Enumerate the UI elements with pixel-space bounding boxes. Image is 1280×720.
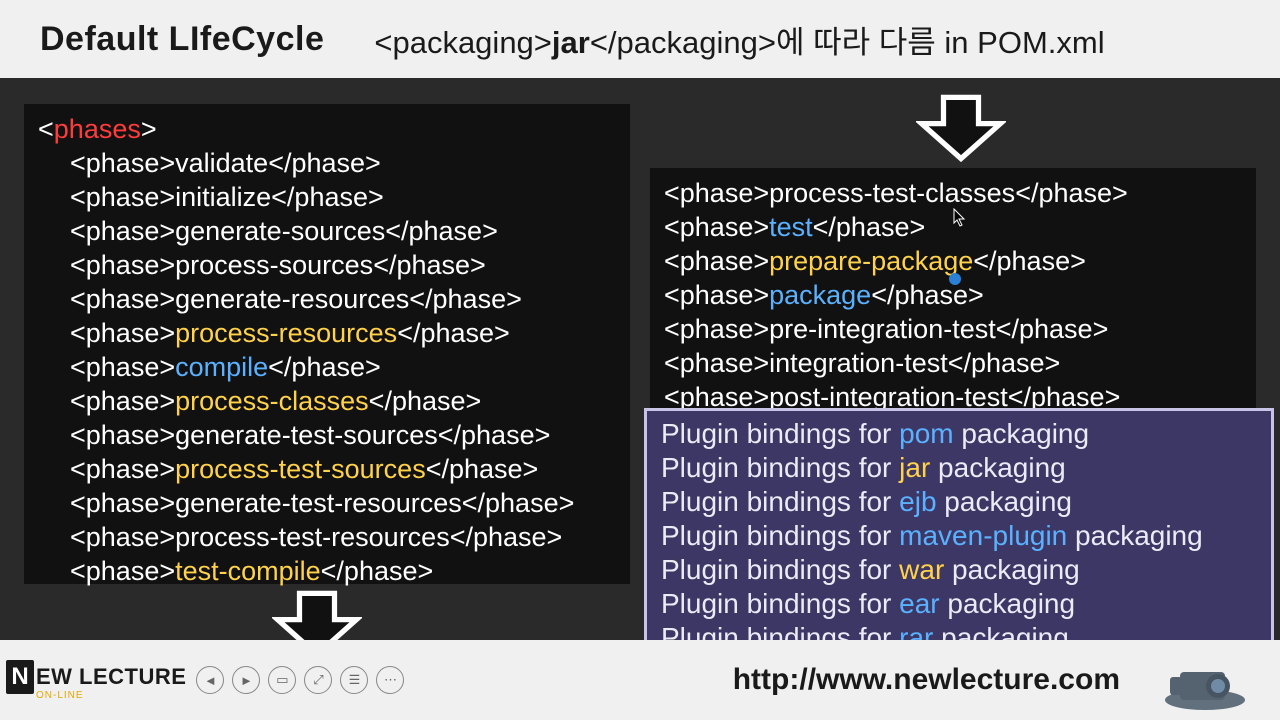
control-button[interactable]: ▭ — [268, 666, 296, 694]
phase-line: <phase>process-resources</phase> — [38, 316, 616, 350]
next-button[interactable]: ► — [232, 666, 260, 694]
slide-controls: ◄ ► ▭ ⤢ ☰ ⋯ — [196, 666, 404, 694]
phase-line: <phase>process-test-sources</phase> — [38, 452, 616, 486]
phase-line: <phase>initialize</phase> — [38, 180, 616, 214]
binding-line: Plugin bindings for pom packaging — [661, 417, 1257, 451]
camera-icon — [1150, 652, 1250, 712]
subtitle: <packaging>jar</packaging>에 따라 다름 in POM… — [374, 17, 1104, 62]
phase-line: <phase>validate</phase> — [38, 146, 616, 180]
binding-line: Plugin bindings for jar packaging — [661, 451, 1257, 485]
phases-panel-right: <phase>process-test-classes</phase> <phas… — [650, 168, 1256, 408]
control-button[interactable]: ⤢ — [304, 666, 332, 694]
subtitle-post: </packaging>에 따라 다름 in POM.xml — [590, 25, 1105, 60]
logo-sub: ON-LINE — [36, 690, 186, 701]
logo-badge: N — [6, 660, 34, 694]
phase-line: <phase>generate-test-resources</phase> — [38, 486, 616, 520]
footer: N EW LECTURE ON-LINE ◄ ► ▭ ⤢ ☰ ⋯ http://… — [0, 640, 1280, 720]
phase-line: <phase>compile</phase> — [38, 350, 616, 384]
cursor-icon — [953, 208, 967, 228]
phase-line: <phase>process-sources</phase> — [38, 248, 616, 282]
loading-dot-icon — [949, 273, 961, 285]
plugin-bindings-overlay: Plugin bindings for pom packagingPlugin … — [644, 408, 1274, 666]
phase-line: <phase>process-classes</phase> — [38, 384, 616, 418]
binding-line: Plugin bindings for ear packaging — [661, 587, 1257, 621]
phase-line: <phase>test-compile</phase> — [38, 554, 616, 588]
binding-line: Plugin bindings for maven-plugin packagi… — [661, 519, 1257, 553]
phases-panel-left: <phases> <phase>validate</phase><phase>i… — [24, 104, 630, 584]
phases-open: <phases> — [38, 112, 616, 146]
phase-line: <phase>pre-integration-test</phase> — [664, 312, 1242, 346]
footer-url: http://www.newlecture.com — [733, 663, 1120, 697]
prev-button[interactable]: ◄ — [196, 666, 224, 694]
header: Default LIfeCycle <packaging>jar</packag… — [0, 0, 1280, 78]
page-title: Default LIfeCycle — [40, 20, 324, 59]
binding-line: Plugin bindings for war packaging — [661, 553, 1257, 587]
control-button[interactable]: ☰ — [340, 666, 368, 694]
phase-line: <phase>integration-test</phase> — [664, 346, 1242, 380]
logo: N EW LECTURE ON-LINE — [6, 660, 186, 701]
phase-line: <phase>generate-resources</phase> — [38, 282, 616, 316]
subtitle-bold: jar — [552, 25, 590, 60]
phase-line: <phase>generate-sources</phase> — [38, 214, 616, 248]
phase-line: <phase>generate-test-sources</phase> — [38, 418, 616, 452]
phase-line: <phase>process-test-classes</phase> — [664, 176, 1242, 210]
phase-line: <phase>process-test-resources</phase> — [38, 520, 616, 554]
phases-tag: phases — [54, 114, 141, 144]
subtitle-pre: <packaging> — [374, 25, 552, 60]
arrow-down-icon — [916, 93, 1006, 163]
content-area: <phases> <phase>validate</phase><phase>i… — [0, 78, 1280, 640]
logo-text: EW LECTURE — [36, 664, 186, 690]
binding-line: Plugin bindings for ejb packaging — [661, 485, 1257, 519]
more-button[interactable]: ⋯ — [376, 666, 404, 694]
